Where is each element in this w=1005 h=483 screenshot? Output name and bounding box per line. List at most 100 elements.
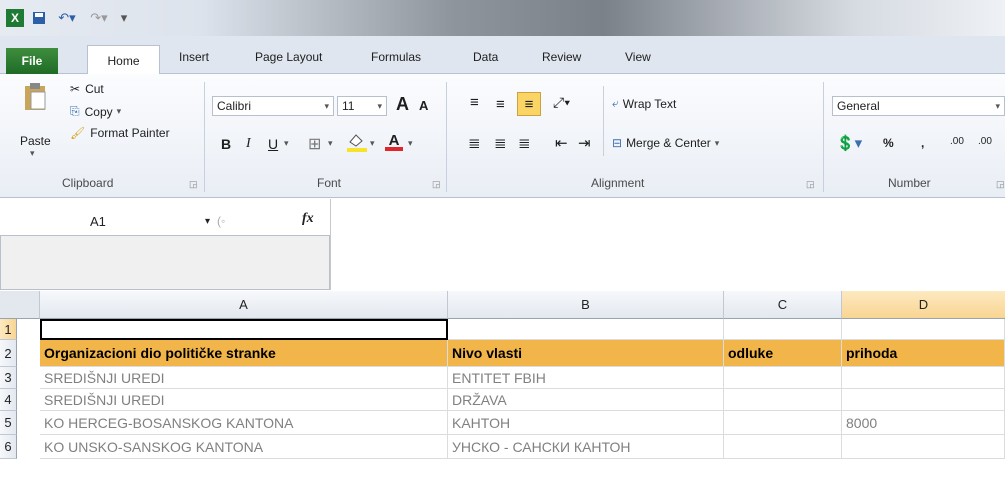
align-center-icon[interactable]: ≣ — [494, 134, 507, 152]
grow-font-button[interactable]: A — [396, 94, 409, 115]
format-painter-button[interactable]: 🖌 Format Painter — [70, 126, 170, 140]
increase-decimal-button[interactable]: .00 — [950, 136, 964, 147]
font-size-select[interactable]: 11 ▾ — [337, 96, 387, 116]
scissors-icon: ✂ — [70, 82, 81, 96]
cell-c1[interactable] — [724, 319, 842, 340]
comma-button[interactable]: , — [921, 136, 924, 150]
select-all-corner[interactable] — [0, 291, 40, 319]
cell-a6[interactable]: KO UNSKO-SANSKOG KANTONA — [40, 435, 448, 459]
cell-a3[interactable]: SREDIŠNJI UREDI — [40, 367, 448, 389]
row-header-4[interactable]: 4 — [0, 389, 17, 411]
borders-icon[interactable]: ⊞ — [308, 134, 321, 154]
align-bottom-icon[interactable]: ≡ — [517, 92, 541, 116]
merge-center-button[interactable]: ⊟ Merge & Center ▾ — [612, 136, 719, 150]
currency-icon[interactable]: 💲▾ — [836, 134, 862, 152]
align-middle-icon[interactable]: ≡ — [496, 96, 505, 113]
bold-button[interactable]: B — [221, 136, 231, 152]
number-format-select[interactable]: General ▾ — [832, 96, 1005, 116]
undo-icon[interactable]: ↶▾ — [54, 9, 80, 27]
font-launcher-icon[interactable]: ◲ — [432, 179, 441, 190]
cut-button[interactable]: ✂ Cut — [70, 82, 104, 96]
font-color-swatch — [385, 147, 403, 151]
cell-a4[interactable]: SREDIŠNJI UREDI — [40, 389, 448, 411]
align-left-icon[interactable]: ≣ — [468, 134, 481, 152]
wrap-text-button[interactable]: ⤶ Wrap Text — [612, 96, 676, 111]
cell-d3[interactable] — [842, 367, 1005, 389]
tab-home[interactable]: Home — [87, 45, 160, 75]
cell-b2[interactable]: Nivo vlasti — [448, 340, 724, 367]
fill-color-icon[interactable] — [346, 132, 368, 152]
name-box[interactable]: A1 ▾ — [2, 210, 227, 232]
row-header-5[interactable]: 5 — [0, 411, 17, 435]
column-header-b[interactable]: B — [448, 291, 724, 319]
font-color-dropdown-icon[interactable]: ▾ — [408, 138, 413, 149]
cell-c5[interactable] — [724, 411, 842, 435]
number-launcher-icon[interactable]: ◲ — [996, 179, 1005, 190]
paste-dropdown-icon[interactable]: ▾ — [30, 148, 35, 159]
cell-b1[interactable] — [448, 319, 724, 340]
shrink-font-button[interactable]: A — [419, 98, 428, 113]
column-header-a[interactable]: A — [40, 291, 448, 319]
divider — [204, 82, 205, 192]
orientation-icon[interactable]: ⤢▾ — [553, 94, 570, 111]
percent-button[interactable]: % — [883, 136, 894, 150]
cell-a2[interactable]: Organizacioni dio političke stranke — [40, 340, 448, 367]
tab-page-layout[interactable]: Page Layout — [255, 50, 322, 64]
insert-function-icon[interactable]: fx — [302, 211, 314, 227]
align-top-icon[interactable]: ≡ — [470, 94, 479, 111]
save-icon[interactable] — [30, 9, 48, 27]
clipboard-launcher-icon[interactable]: ◲ — [189, 179, 198, 190]
tab-view[interactable]: View — [625, 50, 651, 64]
paste-button[interactable]: Paste — [20, 134, 51, 148]
increase-indent-icon[interactable]: ⇥ — [578, 134, 591, 152]
cell-b6[interactable]: УНСКО - САНСКИ КАНТОН — [448, 435, 724, 459]
cell-d1[interactable] — [842, 319, 1005, 340]
formula-input[interactable] — [330, 199, 1005, 290]
cell-c2[interactable]: odluke — [724, 340, 842, 367]
italic-button[interactable]: I — [246, 136, 251, 152]
wrap-text-label: Wrap Text — [622, 96, 677, 111]
tab-formulas[interactable]: Formulas — [371, 50, 421, 64]
decrease-decimal-button[interactable]: .00 — [978, 136, 992, 147]
cell-d5[interactable]: 8000 — [842, 411, 1005, 435]
cell-c4[interactable] — [724, 389, 842, 411]
redo-icon[interactable]: ↷▾ — [86, 9, 112, 27]
cell-a5[interactable]: KO HERCEG-BOSANSKOG KANTONA — [40, 411, 448, 435]
alignment-launcher-icon[interactable]: ◲ — [806, 179, 815, 190]
cell-d2[interactable]: prihoda — [842, 340, 1005, 367]
underline-button[interactable]: U — [268, 136, 278, 152]
cell-b3[interactable]: ENTITET FBIH — [448, 367, 724, 389]
align-right-icon[interactable]: ≣ — [518, 134, 531, 152]
font-size-value: 11 — [342, 99, 355, 113]
font-color-button[interactable]: A — [385, 132, 403, 151]
customize-qat-icon[interactable]: ▾ — [118, 9, 130, 27]
column-header-c[interactable]: C — [724, 291, 842, 319]
row-header-2[interactable]: 2 — [0, 340, 17, 367]
ribbon: Paste ▾ ✂ Cut ⎘ Copy ▾ 🖌 Format Painter Clip… — [0, 74, 1005, 198]
decrease-indent-icon[interactable]: ⇤ — [555, 134, 568, 152]
chevron-down-icon: ▾ — [377, 100, 382, 111]
chevron-down-icon[interactable]: ▾ — [205, 216, 210, 227]
paste-icon[interactable] — [22, 82, 48, 112]
font-name-select[interactable]: Calibri ▾ — [212, 96, 334, 116]
column-header-d[interactable]: D — [842, 291, 1005, 319]
fill-color-dropdown-icon[interactable]: ▾ — [370, 138, 375, 149]
copy-button[interactable]: ⎘ Copy ▾ — [70, 104, 121, 119]
row-header-3[interactable]: 3 — [0, 367, 17, 389]
tab-data[interactable]: Data — [473, 50, 498, 64]
cell-a1[interactable] — [40, 319, 448, 340]
row-header-1[interactable]: 1 — [0, 319, 17, 340]
tab-insert[interactable]: Insert — [179, 50, 209, 64]
cell-d6[interactable] — [842, 435, 1005, 459]
tab-review[interactable]: Review — [542, 50, 581, 64]
cell-d4[interactable] — [842, 389, 1005, 411]
underline-dropdown-icon[interactable]: ▾ — [284, 138, 289, 149]
row-header-6[interactable]: 6 — [0, 435, 17, 459]
cell-b4[interactable]: DRŽAVA — [448, 389, 724, 411]
borders-dropdown-icon[interactable]: ▾ — [328, 138, 333, 149]
cell-b5[interactable]: KAHTOH — [448, 411, 724, 435]
tab-file[interactable]: File — [6, 48, 58, 74]
cancel-icon[interactable]: (◦ — [217, 214, 225, 228]
cell-c6[interactable] — [724, 435, 842, 459]
cell-c3[interactable] — [724, 367, 842, 389]
